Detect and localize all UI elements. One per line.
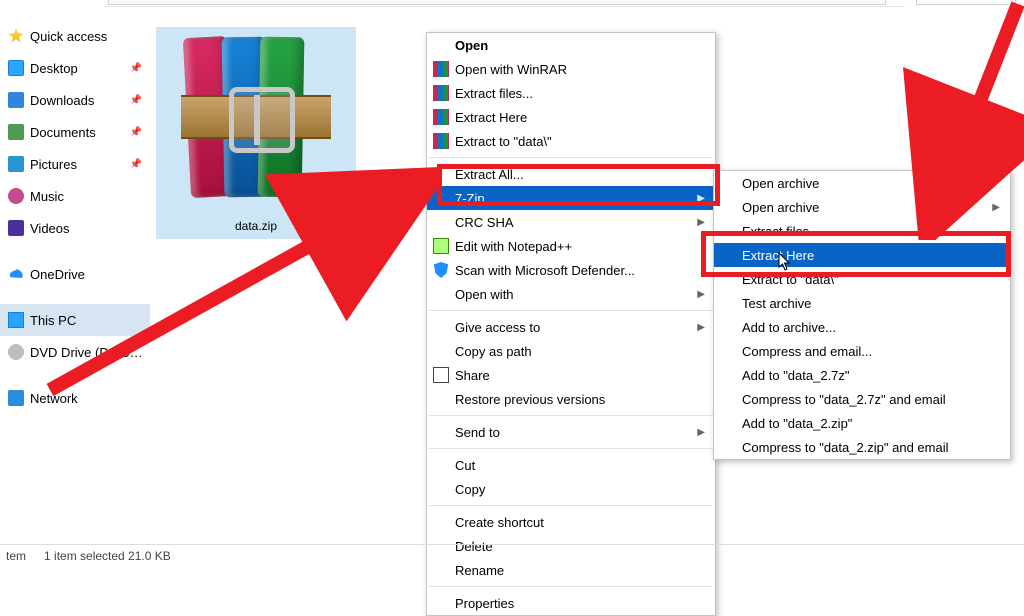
menu-item-open-winrar[interactable]: Open with WinRAR: [427, 57, 715, 81]
menu-item-send-to[interactable]: Send to▶: [427, 420, 715, 444]
winrar-icon: [433, 109, 449, 125]
menu-item-copy[interactable]: Copy: [427, 477, 715, 501]
navigation-pane: Quick access Desktop 📌 Downloads 📌 Docum…: [0, 20, 150, 414]
sidebar-item-label: Music: [30, 189, 150, 204]
star-icon: [8, 28, 24, 44]
status-selection-info: 1 item selected 21.0 KB: [44, 549, 171, 563]
submenu-item-extract-here[interactable]: Extract Here: [714, 243, 1010, 267]
menu-item-defender-scan[interactable]: Scan with Microsoft Defender...: [427, 258, 715, 282]
documents-icon: [8, 124, 24, 140]
menu-item-properties[interactable]: Properties: [427, 591, 715, 615]
menu-item-7zip[interactable]: 7-Zip▶: [427, 186, 715, 210]
submenu-item-open-archive-as[interactable]: Open archive▶: [714, 195, 1010, 219]
sidebar-item-music[interactable]: Music: [0, 180, 150, 212]
menu-item-notepadpp[interactable]: Edit with Notepad++: [427, 234, 715, 258]
address-bar-fragment[interactable]: [108, 0, 886, 5]
menu-item-create-shortcut[interactable]: Create shortcut: [427, 510, 715, 534]
sidebar-item-label: Quick access: [30, 29, 150, 44]
menu-separator: [429, 157, 713, 158]
submenu-item-open-archive[interactable]: Open archive: [714, 171, 1010, 195]
winrar-archive-icon: [181, 37, 331, 197]
submenu-arrow-icon: ▶: [697, 322, 705, 333]
submenu-item-add-zip[interactable]: Add to "data_2.zip": [714, 411, 1010, 435]
status-bar: tem 1 item selected 21.0 KB: [0, 544, 1024, 567]
sidebar-item-label: DVD Drive (D:) CCCOMA_X64FRE: [30, 345, 150, 360]
submenu-arrow-icon: ▶: [992, 202, 1000, 213]
submenu-arrow-icon: ▶: [697, 427, 705, 438]
pin-icon: 📌: [130, 127, 142, 138]
share-icon: [433, 367, 449, 383]
network-icon: [8, 390, 24, 406]
submenu-item-compress-email[interactable]: Compress and email...: [714, 339, 1010, 363]
sidebar-item-pictures[interactable]: Pictures 📌: [0, 148, 150, 180]
sidebar-item-label: Network: [30, 391, 150, 406]
file-item-selected[interactable]: data.zip: [156, 27, 356, 239]
menu-item-extract-here-rar[interactable]: Extract Here: [427, 105, 715, 129]
submenu-item-extract-to[interactable]: Extract to "data\": [714, 267, 1010, 291]
sidebar-item-quick-access[interactable]: Quick access: [0, 20, 150, 52]
sidebar-item-label: This PC: [30, 313, 150, 328]
winrar-icon: [433, 61, 449, 77]
submenu-item-compress-zip-email[interactable]: Compress to "data_2.zip" and email: [714, 435, 1010, 459]
pin-icon: 📌: [130, 63, 142, 74]
file-name-label: data.zip: [156, 219, 356, 233]
notepadpp-icon: [433, 238, 449, 254]
submenu-item-extract-files[interactable]: Extract files...: [714, 219, 1010, 243]
menu-separator: [429, 310, 713, 311]
submenu-item-add-7z[interactable]: Add to "data_2.7z": [714, 363, 1010, 387]
sidebar-item-label: Pictures: [30, 157, 124, 172]
shield-icon: [433, 262, 449, 278]
menu-item-extract-files[interactable]: Extract files...: [427, 81, 715, 105]
menu-separator: [429, 505, 713, 506]
videos-icon: [8, 220, 24, 236]
submenu-item-add-to-archive[interactable]: Add to archive...: [714, 315, 1010, 339]
menu-item-restore-versions[interactable]: Restore previous versions: [427, 387, 715, 411]
search-box-fragment[interactable]: [916, 0, 1016, 5]
winrar-icon: [433, 85, 449, 101]
menu-separator: [429, 586, 713, 587]
pin-icon: 📌: [130, 159, 142, 170]
sidebar-item-this-pc[interactable]: This PC: [0, 304, 150, 336]
menu-item-cut[interactable]: Cut: [427, 453, 715, 477]
sidebar-item-label: Documents: [30, 125, 124, 140]
winrar-icon: [433, 133, 449, 149]
music-icon: [8, 188, 24, 204]
menu-item-crc-sha[interactable]: CRC SHA▶: [427, 210, 715, 234]
status-item-count-fragment: tem: [6, 549, 26, 563]
menu-item-open[interactable]: Open: [427, 33, 715, 57]
sidebar-item-documents[interactable]: Documents 📌: [0, 116, 150, 148]
submenu-arrow-icon: ▶: [697, 289, 705, 300]
download-icon: [8, 92, 24, 108]
desktop-icon: [8, 60, 24, 76]
menu-item-copy-path[interactable]: Copy as path: [427, 339, 715, 363]
submenu-arrow-icon: ▶: [697, 217, 705, 228]
menu-item-share[interactable]: Share: [427, 363, 715, 387]
menu-separator: [429, 415, 713, 416]
sidebar-item-onedrive[interactable]: OneDrive: [0, 258, 150, 290]
menu-separator: [429, 448, 713, 449]
submenu-item-compress-7z-email[interactable]: Compress to "data_2.7z" and email: [714, 387, 1010, 411]
sidebar-item-desktop[interactable]: Desktop 📌: [0, 52, 150, 84]
sidebar-item-videos[interactable]: Videos: [0, 212, 150, 244]
sidebar-item-network[interactable]: Network: [0, 382, 150, 414]
menu-item-give-access[interactable]: Give access to▶: [427, 315, 715, 339]
sidebar-item-label: Desktop: [30, 61, 124, 76]
onedrive-icon: [8, 266, 24, 282]
menu-item-extract-to[interactable]: Extract to "data\": [427, 129, 715, 153]
submenu-7zip: Open archive Open archive▶ Extract files…: [713, 170, 1011, 460]
sidebar-item-downloads[interactable]: Downloads 📌: [0, 84, 150, 116]
pc-icon: [8, 312, 24, 328]
pictures-icon: [8, 156, 24, 172]
dvd-icon: [8, 344, 24, 360]
sidebar-item-dvd-drive[interactable]: DVD Drive (D:) CCCOMA_X64FRE: [0, 336, 150, 368]
menu-item-open-with[interactable]: Open with▶: [427, 282, 715, 306]
pin-icon: 📌: [130, 95, 142, 106]
context-menu: Open Open with WinRAR Extract files... E…: [426, 32, 716, 616]
menu-item-extract-all[interactable]: Extract All...: [427, 162, 715, 186]
sidebar-item-label: Downloads: [30, 93, 124, 108]
sidebar-item-label: Videos: [30, 221, 150, 236]
submenu-item-test-archive[interactable]: Test archive: [714, 291, 1010, 315]
sidebar-item-label: OneDrive: [30, 267, 150, 282]
submenu-arrow-icon: ▶: [697, 193, 705, 204]
